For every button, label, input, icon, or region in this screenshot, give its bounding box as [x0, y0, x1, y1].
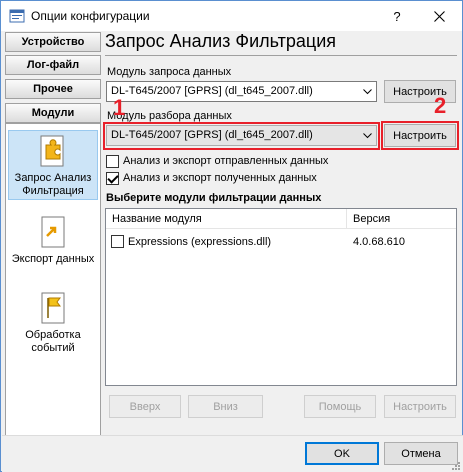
analyze-received-checkbox[interactable]: [106, 172, 119, 185]
close-button[interactable]: [417, 1, 462, 31]
highlight-parse-module: [103, 122, 380, 150]
column-header-name[interactable]: Название модуля: [112, 213, 202, 225]
sidebar-item-label: Запрос Анализ Фильтрация: [14, 172, 92, 197]
divider: [105, 55, 457, 56]
tab-misc[interactable]: Прочее: [5, 79, 101, 99]
export-icon: [41, 216, 65, 248]
sidebar-item-label: Обработка событий: [25, 329, 81, 354]
help-button[interactable]: Помощь: [304, 395, 376, 418]
column-separator: [346, 209, 347, 229]
callout-2: 2: [434, 93, 447, 118]
filter-modules-list[interactable]: Название модуля Версия Expressions (expr…: [105, 208, 457, 386]
window-title: Опции конфигурации: [31, 9, 150, 23]
list-item[interactable]: Expressions (expressions.dll) 4.0.68.610: [106, 233, 456, 251]
sidebar-item-event-processing[interactable]: Обработка событий: [8, 288, 98, 354]
query-module-value: DL-T645/2007 [GPRS] (dl_t645_2007.dll): [111, 85, 313, 97]
cancel-button[interactable]: Отмена: [384, 442, 458, 465]
ok-button[interactable]: OK: [305, 442, 379, 465]
callout-1: 1: [113, 95, 126, 120]
analyze-received-label: Анализ и экспорт полученных данных: [123, 172, 317, 184]
puzzle-icon: [40, 135, 64, 167]
move-up-button[interactable]: Вверх: [109, 395, 181, 418]
flag-icon: [41, 292, 65, 324]
move-down-button[interactable]: Вниз: [188, 395, 263, 418]
query-module-select[interactable]: DL-T645/2007 [GPRS] (dl_t645_2007.dll): [106, 81, 377, 102]
app-icon: [9, 9, 25, 23]
analyze-sent-checkbox[interactable]: [106, 155, 119, 168]
filter-section-title: Выберите модули фильтрации данных: [106, 192, 322, 204]
analyze-sent-label: Анализ и экспорт отправленных данных: [123, 155, 329, 167]
sidebar-item-label: Экспорт данных: [11, 253, 95, 265]
tab-log-file[interactable]: Лог-файл: [5, 55, 101, 75]
tab-modules[interactable]: Модули: [5, 103, 101, 123]
resize-grip-icon[interactable]: [450, 460, 460, 470]
sidebar-item-query-analysis-filter[interactable]: Запрос Анализ Фильтрация: [8, 130, 98, 200]
module-version: 4.0.68.610: [353, 236, 405, 248]
page-title: Запрос Анализ Фильтрация: [105, 31, 337, 51]
list-header: Название модуля Версия: [106, 209, 456, 229]
highlight-configure-button: [381, 121, 459, 150]
help-title-button[interactable]: ?: [377, 1, 417, 31]
modules-panel: Запрос Анализ Фильтрация Экспорт данных …: [5, 123, 101, 445]
configure-filter-button[interactable]: Настроить: [384, 395, 456, 418]
module-name: Expressions (expressions.dll): [128, 236, 272, 248]
column-header-version[interactable]: Версия: [353, 213, 390, 225]
sidebar-item-data-export[interactable]: Экспорт данных: [8, 212, 98, 274]
parse-module-label: Модуль разбора данных: [107, 110, 232, 122]
close-icon: [434, 10, 445, 22]
title-bar: Опции конфигурации ?: [1, 1, 462, 31]
module-enable-checkbox[interactable]: [111, 235, 124, 248]
config-options-window: Опции конфигурации ? Устройство Лог-файл…: [0, 0, 463, 472]
tab-device[interactable]: Устройство: [5, 32, 101, 52]
chevron-down-icon: [358, 82, 376, 101]
query-module-label: Модуль запроса данных: [107, 66, 232, 78]
